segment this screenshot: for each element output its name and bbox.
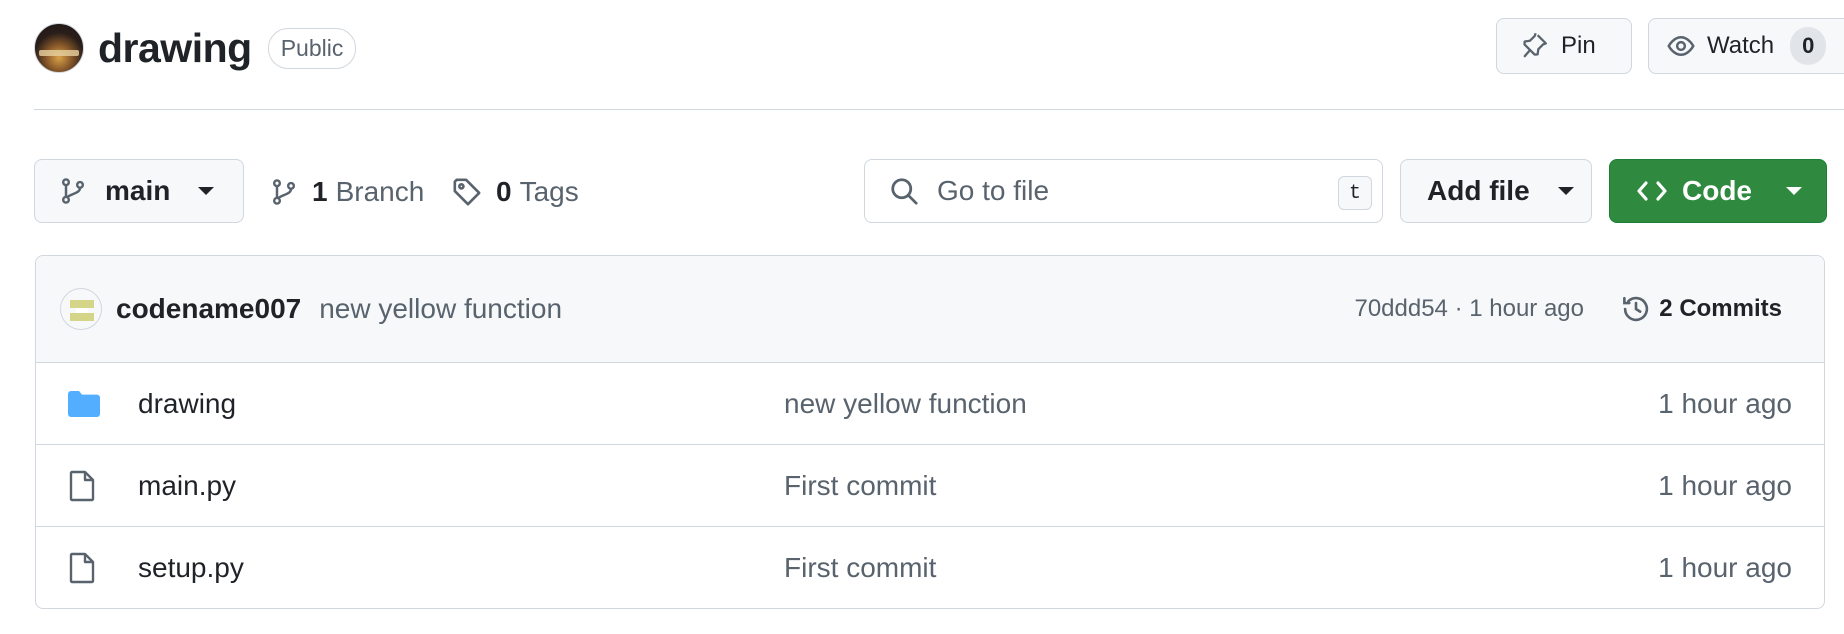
table-row[interactable]: main.py First commit 1 hour ago bbox=[36, 445, 1824, 527]
file-age: 1 hour ago bbox=[1658, 469, 1792, 501]
watch-label: Watch bbox=[1707, 32, 1775, 59]
commit-message[interactable]: new yellow function bbox=[319, 293, 562, 325]
file-table: codename007 new yellow function 70ddd54 … bbox=[35, 255, 1825, 609]
add-file-button[interactable]: Add file bbox=[1400, 159, 1592, 223]
pin-icon bbox=[1523, 32, 1547, 58]
folder-icon bbox=[68, 390, 100, 417]
code-label: Code bbox=[1682, 175, 1752, 206]
tags-link[interactable]: 0 Tags bbox=[452, 172, 579, 212]
tag-icon bbox=[453, 178, 481, 206]
owner-avatar[interactable] bbox=[34, 23, 84, 73]
branch-name: main bbox=[105, 175, 171, 206]
eye-icon bbox=[1667, 36, 1695, 56]
file-icon bbox=[69, 470, 95, 501]
repo-header: drawing Public bbox=[34, 18, 357, 78]
file-age: 1 hour ago bbox=[1658, 552, 1792, 583]
commit-author[interactable]: codename007 bbox=[116, 293, 301, 325]
commits-count-label: 2 Commits bbox=[1659, 295, 1782, 322]
search-shortcut-key: t bbox=[1338, 176, 1372, 210]
file-name[interactable]: main.py bbox=[138, 470, 236, 502]
latest-commit-bar: codename007 new yellow function 70ddd54 … bbox=[36, 256, 1824, 363]
add-file-label: Add file bbox=[1427, 175, 1530, 206]
code-icon bbox=[1637, 181, 1667, 201]
pin-button[interactable]: Pin bbox=[1496, 18, 1632, 74]
file-name[interactable]: setup.py bbox=[138, 552, 244, 584]
watch-button[interactable]: Watch 0 bbox=[1648, 18, 1844, 74]
watch-count: 0 bbox=[1790, 27, 1827, 65]
file-icon bbox=[69, 552, 95, 584]
chevron-down-icon bbox=[1557, 187, 1574, 195]
commits-link[interactable]: 2 Commits bbox=[1621, 294, 1782, 324]
tag-count: 0 bbox=[496, 176, 512, 207]
file-name[interactable]: drawing bbox=[138, 388, 236, 420]
history-icon bbox=[1623, 296, 1649, 322]
chevron-down-icon bbox=[1786, 187, 1802, 195]
git-branch-icon bbox=[61, 178, 85, 204]
git-branch-icon bbox=[272, 179, 296, 205]
file-commit-message[interactable]: new yellow function bbox=[784, 388, 1027, 420]
go-to-file-search[interactable]: t bbox=[864, 159, 1383, 223]
repo-name[interactable]: drawing bbox=[98, 25, 252, 72]
visibility-badge: Public bbox=[267, 27, 357, 69]
search-icon bbox=[891, 178, 918, 205]
file-age: 1 hour ago bbox=[1658, 387, 1792, 419]
branch-selector[interactable]: main bbox=[34, 159, 244, 223]
search-input[interactable] bbox=[937, 175, 1297, 207]
file-commit-message[interactable]: First commit bbox=[784, 552, 936, 584]
branch-count: 1 bbox=[312, 176, 328, 207]
pin-label: Pin bbox=[1561, 32, 1596, 59]
table-row[interactable]: setup.py First commit 1 hour ago bbox=[36, 527, 1824, 608]
code-button[interactable]: Code bbox=[1609, 159, 1827, 223]
commit-hash-time[interactable]: 70ddd54 · 1 hour ago bbox=[1354, 295, 1584, 323]
chevron-down-icon bbox=[198, 187, 215, 195]
tag-label: Tags bbox=[519, 176, 579, 207]
branches-link[interactable]: 1 Branch bbox=[270, 172, 424, 212]
branch-label: Branch bbox=[335, 176, 425, 207]
file-commit-message[interactable]: First commit bbox=[784, 470, 936, 502]
header-divider bbox=[34, 109, 1844, 110]
table-row[interactable]: drawing new yellow function 1 hour ago bbox=[36, 363, 1824, 445]
commit-author-avatar[interactable] bbox=[60, 288, 102, 330]
